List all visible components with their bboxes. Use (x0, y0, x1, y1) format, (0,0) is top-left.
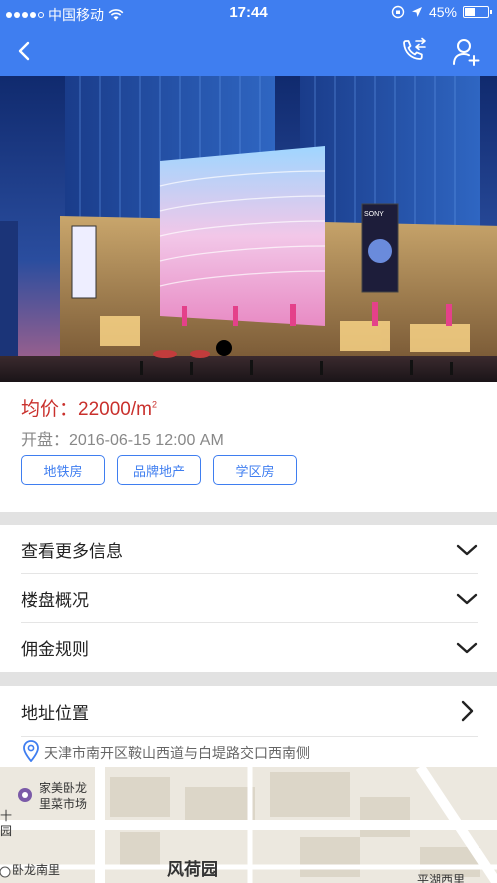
price-value: 22000/m (78, 399, 152, 420)
map-label-market-line2: 里菜市场 (39, 797, 88, 811)
opening-label: 开盘： (21, 432, 70, 449)
chevron-right-icon (461, 700, 474, 722)
address-text: 天津市南开区鞍山西道与白堤路交口西南侧 (44, 745, 310, 761)
back-icon[interactable] (12, 38, 38, 64)
price-unit-superscript: 2 (151, 399, 157, 410)
row-commission-rules-label: 佣金规则 (21, 640, 89, 659)
rotation-lock-icon (391, 5, 405, 19)
feature-tags: 地铁房 品牌地产 学区房 (21, 455, 297, 485)
battery-icon (463, 6, 492, 18)
row-location[interactable]: 地址位置 (0, 686, 497, 736)
hero-image: SONY (0, 76, 497, 382)
sony-sign: SONY (364, 211, 384, 218)
map-label-fenghe-yuan: 风荷园 (167, 860, 218, 879)
location-pin-icon (23, 740, 39, 762)
average-price: 均价：22000/m2 (21, 394, 157, 421)
status-right: 45% (391, 4, 492, 20)
listing-info: 均价：22000/m2 开盘：2016-06-15 12:00 AM 地铁房 品… (0, 382, 497, 512)
tag-metro[interactable]: 地铁房 (21, 455, 105, 485)
chevron-down-icon (456, 642, 478, 654)
section-separator (0, 672, 497, 686)
section-separator (0, 512, 497, 525)
row-more-info[interactable]: 查看更多信息 (0, 525, 497, 574)
location-arrow-icon (411, 7, 422, 17)
tag-school-district[interactable]: 学区房 (213, 455, 297, 485)
map-label-wolong-nanli: 卧龙南里 (12, 863, 61, 877)
map-label-edge-2: 园 (0, 824, 13, 838)
price-label: 均价： (21, 399, 79, 420)
chevron-down-icon (456, 593, 478, 605)
nav-bar (0, 26, 497, 76)
status-bar: 中国移动 17:44 45% (0, 0, 497, 26)
tag-brand-developer[interactable]: 品牌地产 (117, 455, 201, 485)
phone-transfer-icon[interactable] (398, 37, 428, 67)
add-user-icon[interactable] (452, 37, 480, 67)
row-commission-rules[interactable]: 佣金规则 (0, 623, 497, 672)
row-location-label: 地址位置 (21, 703, 89, 723)
map-view[interactable]: 家美卧龙 里菜市场 卧龙南里 风荷园 平湖西里 十 园 (0, 767, 497, 883)
chevron-down-icon (456, 544, 478, 556)
address-line: 天津市南开区鞍山西道与白堤路交口西南侧 (0, 737, 497, 767)
map-label-market: 家美卧龙 (39, 781, 88, 795)
battery-percent: 45% (428, 4, 457, 20)
row-more-info-label: 查看更多信息 (21, 542, 123, 561)
opening-value: 2016-06-15 12:00 AM (69, 432, 224, 449)
mall-night-photo: SONY (0, 76, 497, 382)
map-label-pinghu-xili: 平湖西里 (417, 873, 466, 883)
row-project-overview-label: 楼盘概况 (21, 591, 89, 610)
opening-date: 开盘：2016-06-15 12:00 AM (21, 426, 224, 450)
row-project-overview[interactable]: 楼盘概况 (0, 574, 497, 623)
battery-fill (465, 8, 475, 16)
